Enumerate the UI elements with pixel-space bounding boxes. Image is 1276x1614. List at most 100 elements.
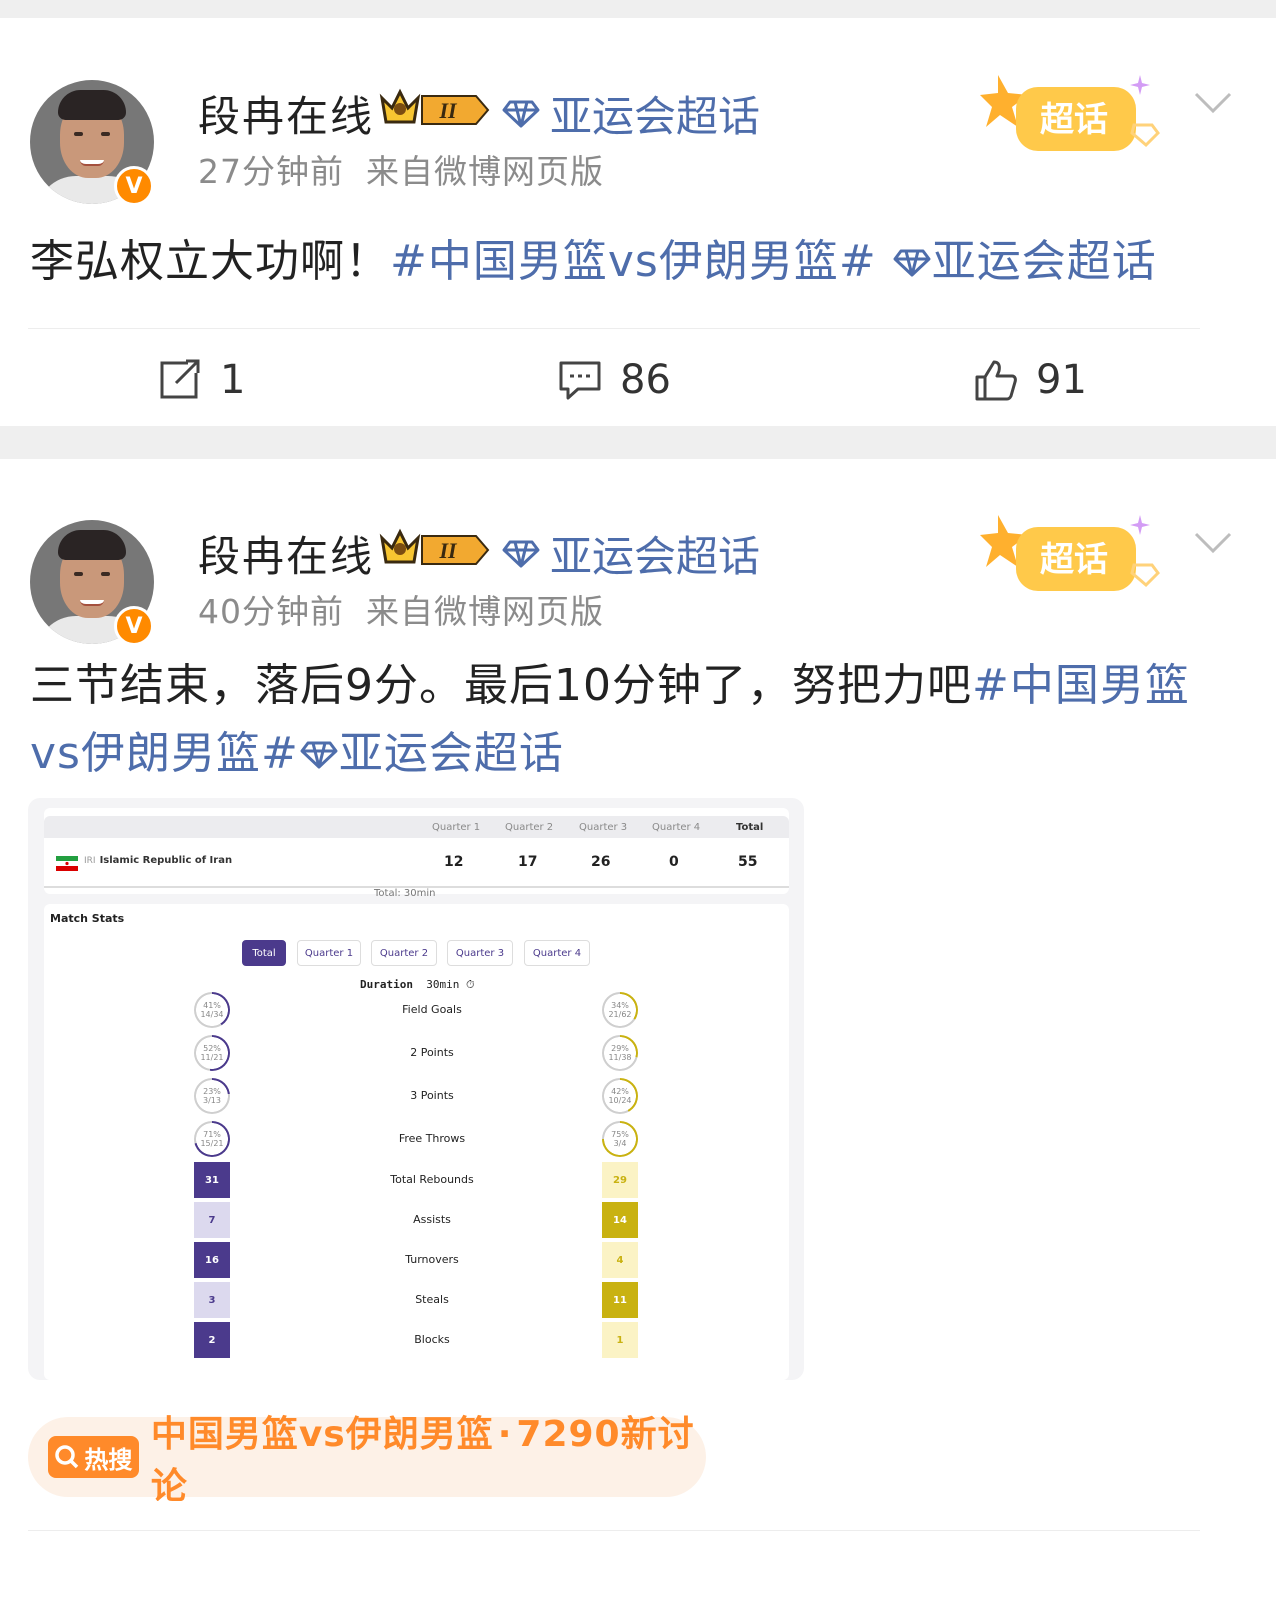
score-q4: 0 <box>669 854 679 870</box>
post-content: 李弘权立大功啊！#中国男篮vs伊朗男篮# 亚运会超话 <box>30 228 1210 296</box>
comment-button[interactable]: 86 <box>558 357 671 403</box>
match-stats-card: Match Stats Total Quarter 1 Quarter 2 Qu… <box>44 904 789 1380</box>
score-q3: 26 <box>591 854 611 870</box>
repost-button[interactable]: 1 <box>158 357 245 403</box>
repost-count: 1 <box>220 357 246 403</box>
like-button[interactable]: 91 <box>974 357 1087 403</box>
post-meta: 27分钟前 来自微博网页版 <box>198 145 604 193</box>
chaohua-text: 超话 <box>1040 540 1108 580</box>
repost-icon <box>160 359 200 399</box>
left-percent: 41% <box>203 1001 221 1010</box>
post-source: 来自微博网页版 <box>366 592 604 631</box>
post-time: 40分钟前 <box>198 592 344 631</box>
left-stat-value: 7 <box>194 1202 230 1238</box>
right-fraction: 3/4 <box>613 1139 627 1148</box>
match-stats-title: Match Stats <box>50 912 125 925</box>
post-header: V 段冉在线 II 亚运会超话 27分钟前 来自微博网页版 超话 <box>30 63 1246 206</box>
stat-label: 2 Points <box>410 1046 454 1059</box>
tab-quarter-2[interactable]: Quarter 2 <box>371 940 437 966</box>
left-fraction: 3/13 <box>203 1096 221 1105</box>
tab-quarter-3[interactable]: Quarter 3 <box>447 940 513 966</box>
post-time: 27分钟前 <box>198 152 344 191</box>
chaohua-badge-icon[interactable]: 超话 <box>976 69 1166 169</box>
team-full-name: Islamic Republic of Iran <box>99 855 233 866</box>
right-percent: 42% <box>611 1087 629 1096</box>
right-fraction: 21/62 <box>608 1010 632 1019</box>
right-percent: 29% <box>611 1044 629 1053</box>
right-percent-ring: 42% 10/24 <box>602 1078 638 1114</box>
score-q2: 17 <box>518 854 538 870</box>
col-quarter-4: Quarter 4 <box>652 822 701 833</box>
topic-link[interactable]: 亚运会超话 <box>502 83 760 144</box>
hot-search-label: 热搜 <box>84 1445 133 1474</box>
left-percent-ring: 52% 11/21 <box>194 1035 230 1071</box>
left-stat-value: 16 <box>194 1242 230 1278</box>
stopwatch-icon: ⏱ <box>465 978 475 991</box>
right-percent-ring: 29% 11/38 <box>602 1035 638 1071</box>
tab-quarter-4[interactable]: Quarter 4 <box>524 940 590 966</box>
level-text: II <box>438 538 458 563</box>
chevron-down-icon[interactable] <box>1194 531 1232 555</box>
post-content: 三节结束，落后9分。最后10分钟了，努把力吧#中国男篮vs伊朗男篮# 亚运会超话 <box>30 652 1210 788</box>
chevron-down-icon[interactable] <box>1194 91 1232 115</box>
post-meta: 40分钟前 来自微博网页版 <box>198 585 604 633</box>
comment-icon <box>559 361 601 400</box>
diamond-icon <box>502 540 540 567</box>
left-fraction: 11/21 <box>200 1053 224 1062</box>
bottom-divider <box>28 1530 1200 1531</box>
col-quarter-1: Quarter 1 <box>432 822 481 833</box>
col-quarter-2: Quarter 2 <box>505 822 554 833</box>
hot-search-banner[interactable]: 热搜 中国男篮vs伊朗男篮 · 7290新讨论 <box>28 1414 706 1507</box>
right-stat-value: 11 <box>602 1282 638 1318</box>
score-total: 55 <box>738 854 758 870</box>
right-fraction: 11/38 <box>608 1053 632 1062</box>
post-image[interactable]: Quarter 1 Quarter 2 Quarter 3 Quarter 4 … <box>28 798 804 1380</box>
author-name[interactable]: 段冉在线 <box>198 523 374 584</box>
stat-label: 3 Points <box>410 1089 454 1102</box>
verified-badge-icon: V <box>114 606 154 646</box>
left-percent-ring: 71% 15/21 <box>194 1121 230 1157</box>
left-stat-value: 31 <box>194 1162 230 1198</box>
total-time: Total: 30min <box>374 888 436 899</box>
left-stat-value: 2 <box>194 1322 230 1358</box>
topic-link-inline[interactable]: 亚运会超话 <box>299 728 564 779</box>
score-q1: 12 <box>444 854 464 870</box>
author-name[interactable]: 段冉在线 <box>198 83 374 144</box>
scoreboard-card: Quarter 1 Quarter 2 Quarter 3 Quarter 4 … <box>44 808 789 899</box>
member-crown-icon[interactable]: II <box>376 88 490 128</box>
post-divider <box>0 426 1276 459</box>
hashtag-link[interactable]: #中国男篮vs伊朗男篮# <box>390 236 877 287</box>
hot-search-topic: 中国男篮vs伊朗男篮 <box>150 1414 494 1455</box>
hot-search-separator: · <box>497 1414 513 1455</box>
stat-label: Turnovers <box>405 1253 459 1266</box>
action-bar: 1 86 91 <box>28 328 1200 428</box>
stat-label: Blocks <box>414 1333 450 1346</box>
topic-link[interactable]: 亚运会超话 <box>502 523 760 584</box>
left-percent-ring: 23% 3/13 <box>194 1078 230 1114</box>
right-stat-value: 4 <box>602 1242 638 1278</box>
col-quarter-3: Quarter 3 <box>579 822 628 833</box>
member-crown-icon[interactable]: II <box>376 528 490 568</box>
topic-link-inline[interactable]: 亚运会超话 <box>892 236 1157 287</box>
comment-count: 86 <box>620 357 671 403</box>
tab-quarter-1[interactable]: Quarter 1 <box>297 940 361 966</box>
duration-label: Duration 30min ⏱ <box>360 978 475 991</box>
left-percent: 23% <box>203 1087 221 1096</box>
weibo-post-1[interactable]: V 段冉在线 II 亚运会超话 27分钟前 来自微博网页版 超话 李弘权立大功啊！… <box>0 18 1276 426</box>
search-icon <box>55 1445 79 1469</box>
post-header: V 段冉在线 II 亚运会超话 40分钟前 来自微博网页版 超话 <box>30 503 1246 646</box>
chaohua-badge-icon[interactable]: 超话 <box>976 509 1166 609</box>
post-source: 来自微博网页版 <box>366 152 604 191</box>
left-percent: 71% <box>203 1130 221 1139</box>
hot-search-text: 中国男篮vs伊朗男篮 · 7290新讨论 <box>151 1405 706 1509</box>
team-code: IRI <box>84 856 96 866</box>
right-percent: 34% <box>611 1001 629 1010</box>
thumbs-up-icon <box>975 360 1017 401</box>
team-name: IRI Islamic Republic of Iran <box>84 855 232 866</box>
content-text: 三节结束，落后9分。最后10分钟了，努把力吧 <box>30 660 972 711</box>
verified-badge-icon: V <box>114 166 154 206</box>
diamond-icon <box>300 741 338 769</box>
left-percent-ring: 41% 14/34 <box>194 992 230 1028</box>
tab-total[interactable]: Total <box>242 940 286 966</box>
level-text: II <box>438 98 458 123</box>
